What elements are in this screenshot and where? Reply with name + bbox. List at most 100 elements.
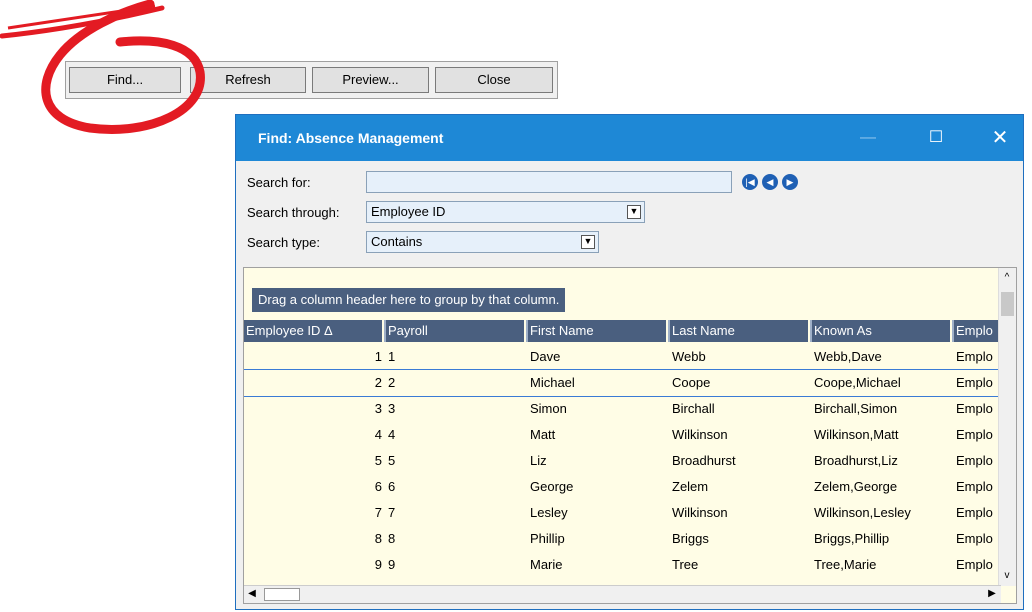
scroll-thumb[interactable] xyxy=(1001,292,1014,316)
table-cell: 2 xyxy=(388,375,396,390)
table-cell: Zelem,George xyxy=(814,479,898,494)
scroll-thumb[interactable] xyxy=(264,588,300,601)
table-cell: 6 xyxy=(374,479,382,494)
previous-record-icon[interactable]: ◀ xyxy=(762,174,778,190)
table-cell: 2 xyxy=(374,375,382,390)
chevron-down-icon[interactable]: ▼ xyxy=(581,235,595,249)
table-cell: Lesley xyxy=(530,505,568,520)
column-header[interactable]: Employee ID Δ xyxy=(244,320,382,342)
table-cell: Phillip xyxy=(530,531,565,546)
find-dialog: Find: Absence Management — ☐ ✕ Search fo… xyxy=(235,114,1024,610)
chevron-up-icon[interactable]: ^ xyxy=(999,270,1015,286)
chevron-left-icon[interactable]: ◀ xyxy=(244,586,260,602)
table-cell: Emplo xyxy=(956,349,993,364)
column-header[interactable]: Known As xyxy=(810,320,950,342)
table-cell: Emplo xyxy=(956,401,993,416)
preview-button[interactable]: Preview... xyxy=(312,67,429,93)
table-cell: Briggs,Phillip xyxy=(814,531,890,546)
table-cell: 5 xyxy=(374,453,382,468)
chevron-right-icon[interactable]: ▶ xyxy=(984,586,1000,602)
table-cell: Emplo xyxy=(956,479,993,494)
table-row[interactable]: 6 6 George Zelem Zelem,George Emplo xyxy=(244,474,1004,500)
table-cell: 1 xyxy=(374,349,382,364)
table-cell: George xyxy=(530,479,574,494)
table-cell: Emplo xyxy=(956,375,993,390)
table-cell: 4 xyxy=(374,427,382,442)
table-cell: 9 xyxy=(388,557,396,572)
search-input[interactable] xyxy=(366,171,732,193)
table-cell: 4 xyxy=(388,427,396,442)
table-cell: 3 xyxy=(388,401,396,416)
chevron-down-icon[interactable]: v xyxy=(999,568,1015,584)
table-cell: 8 xyxy=(388,531,396,546)
table-cell: 6 xyxy=(388,479,396,494)
table-cell: Broadhurst,Liz xyxy=(814,453,898,468)
table-cell: Emplo xyxy=(956,531,993,546)
table-cell: Liz xyxy=(530,453,547,468)
search-through-value: Employee ID xyxy=(371,204,446,219)
table-cell: Birchall,Simon xyxy=(814,401,898,416)
table-cell: Webb,Dave xyxy=(814,349,882,364)
table-cell: 3 xyxy=(374,401,382,416)
table-cell: Wilkinson xyxy=(672,505,728,520)
close-icon[interactable]: ✕ xyxy=(980,125,1020,151)
table-cell: Matt xyxy=(530,427,556,442)
vertical-scrollbar[interactable]: ^ v xyxy=(998,268,1016,586)
table-cell: Emplo xyxy=(956,453,993,468)
table-cell: Webb xyxy=(672,349,706,364)
maximize-icon[interactable]: ☐ xyxy=(916,125,956,151)
table-row[interactable]: 2 2 Michael Coope Coope,Michael Emplo xyxy=(244,369,1005,397)
next-record-icon[interactable]: ▶ xyxy=(782,174,798,190)
table-cell: Wilkinson xyxy=(672,427,728,442)
table-cell: 9 xyxy=(374,557,382,572)
search-type-value: Contains xyxy=(371,234,423,249)
table-cell: Wilkinson,Matt xyxy=(814,427,899,442)
table-cell: Michael xyxy=(530,375,575,390)
column-header[interactable]: Emplo xyxy=(952,320,1004,342)
table-cell: Zelem xyxy=(672,479,709,494)
table-row[interactable]: 3 3 Simon Birchall Birchall,Simon Emplo xyxy=(244,396,1004,422)
table-cell: Emplo xyxy=(956,505,993,520)
horizontal-scrollbar[interactable]: ◀ ▶ xyxy=(244,585,1001,603)
dialog-title: Find: Absence Management xyxy=(258,130,444,146)
table-row[interactable]: 1 1 Dave Webb Webb,Dave Emplo xyxy=(244,344,1004,370)
table-cell: Broadhurst xyxy=(672,453,736,468)
table-cell: Emplo xyxy=(956,557,993,572)
table-cell: Briggs xyxy=(672,531,709,546)
column-header[interactable]: First Name xyxy=(526,320,666,342)
table-row[interactable]: 8 8 Phillip Briggs Briggs,Phillip Emplo xyxy=(244,526,1004,552)
table-row[interactable]: 7 7 Lesley Wilkinson Wilkinson,Lesley Emplo xyxy=(244,500,1004,526)
find-button[interactable]: Find... xyxy=(69,67,181,93)
refresh-button[interactable]: Refresh xyxy=(190,67,306,93)
search-type-select[interactable]: Contains ▼ xyxy=(366,231,599,253)
search-through-select[interactable]: Employee ID ▼ xyxy=(366,201,645,223)
table-cell: 7 xyxy=(374,505,382,520)
table-cell: Coope,Michael xyxy=(814,375,901,390)
table-cell: 5 xyxy=(388,453,396,468)
column-header[interactable]: Last Name xyxy=(668,320,808,342)
search-for-label: Search for: xyxy=(247,175,311,190)
chevron-down-icon[interactable]: ▼ xyxy=(627,205,641,219)
table-cell: Tree xyxy=(672,557,699,572)
table-row[interactable]: 4 4 Matt Wilkinson Wilkinson,Matt Emplo xyxy=(244,422,1004,448)
table-cell: Simon xyxy=(530,401,567,416)
table-cell: 8 xyxy=(374,531,382,546)
table-cell: Wilkinson,Lesley xyxy=(814,505,911,520)
column-header[interactable]: Payroll xyxy=(384,320,524,342)
table-cell: Birchall xyxy=(672,401,715,416)
table-cell: Marie xyxy=(530,557,563,572)
first-record-icon[interactable]: |◀ xyxy=(742,174,758,190)
search-type-label: Search type: xyxy=(247,235,320,250)
table-cell: Emplo xyxy=(956,427,993,442)
table-cell: Coope xyxy=(672,375,711,390)
search-through-label: Search through: xyxy=(247,205,340,220)
table-row[interactable]: 9 9 Marie Tree Tree,Marie Emplo xyxy=(244,552,1004,578)
table-cell: Dave xyxy=(530,349,561,364)
minimize-icon[interactable]: — xyxy=(848,125,888,151)
table-row[interactable]: 5 5 Liz Broadhurst Broadhurst,Liz Emplo xyxy=(244,448,1004,474)
close-button[interactable]: Close xyxy=(435,67,553,93)
results-grid: Drag a column header here to group by th… xyxy=(243,267,1017,604)
group-by-area[interactable]: Drag a column header here to group by th… xyxy=(252,288,566,312)
dialog-titlebar: Find: Absence Management — ☐ ✕ xyxy=(236,115,1023,161)
main-toolbar: Find... Refresh Preview... Close xyxy=(65,61,558,99)
